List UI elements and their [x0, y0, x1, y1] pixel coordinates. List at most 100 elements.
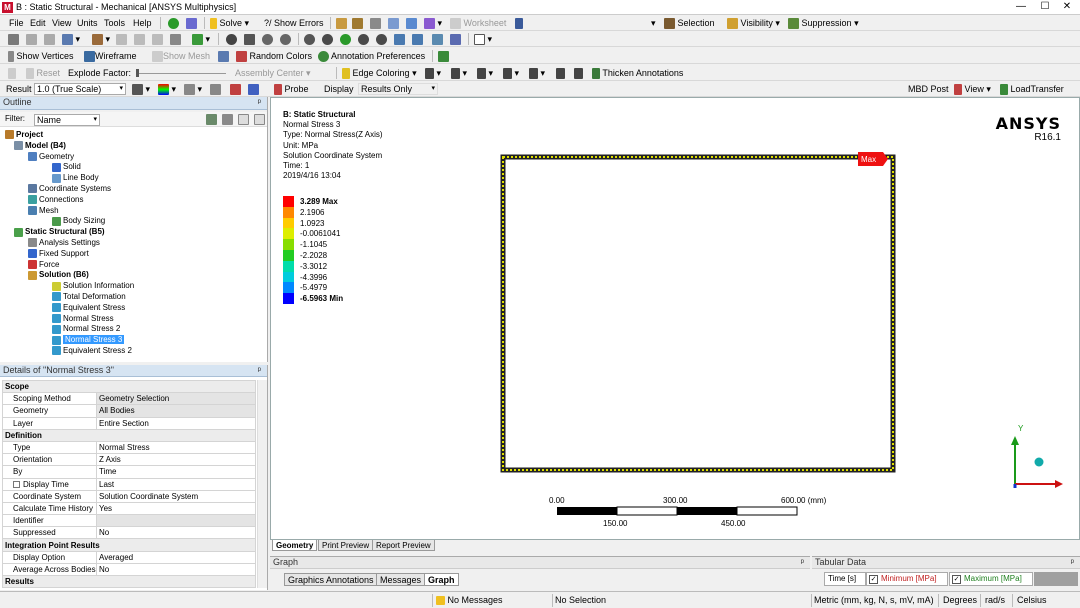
wireframe-button[interactable]: Wireframe — [84, 50, 137, 63]
select-body-icon[interactable] — [134, 33, 145, 46]
show-mesh-button[interactable]: Show Mesh — [152, 50, 210, 63]
random-colors-button[interactable]: Random Colors — [236, 50, 312, 63]
tree-expand-icon[interactable] — [206, 114, 217, 126]
tree-item[interactable]: Normal Stress 2 — [52, 323, 120, 334]
results-only-dropdown[interactable]: Results Only ▾ — [358, 83, 438, 95]
details-section[interactable]: Definition — [2, 428, 256, 442]
property-value[interactable]: Time — [96, 465, 256, 479]
edge-coloring-button[interactable]: Edge Coloring ▾ — [342, 67, 417, 80]
messages-status[interactable]: No Messages — [432, 594, 503, 607]
tree-item[interactable]: Project — [5, 129, 43, 140]
new-analysis-icon[interactable] — [336, 17, 347, 30]
graphics-viewport[interactable]: B: Static Structural Normal Stress 3 Type:… — [270, 97, 1080, 540]
pin-icon[interactable]: ᵖ — [258, 97, 261, 108]
image-dropdown-icon[interactable]: ▾ — [424, 17, 442, 30]
tree-item[interactable]: Solid — [52, 161, 81, 172]
property-value[interactable]: Yes — [96, 501, 256, 516]
tabular-pin-icon[interactable]: ᵖ — [1071, 557, 1074, 568]
tree-item[interactable]: Coordinate Systems — [28, 183, 111, 194]
property-value[interactable]: No — [96, 562, 256, 577]
menu-file[interactable]: File — [9, 17, 24, 29]
contour-style-icon[interactable]: ▾ — [132, 83, 150, 96]
property-value[interactable]: Z Axis — [96, 453, 256, 467]
pointer-icon[interactable] — [515, 17, 523, 30]
section-icon[interactable] — [352, 17, 363, 30]
col-time[interactable]: Time [s] — [824, 572, 866, 586]
comment-icon[interactable] — [388, 17, 399, 30]
units-status[interactable]: Metric (mm, kg, N, s, mV, mA) — [811, 594, 934, 607]
tree-item[interactable]: Normal Stress — [52, 313, 114, 324]
check-icon[interactable] — [168, 17, 179, 30]
select-point-icon[interactable] — [8, 33, 19, 46]
details-section[interactable]: Results — [2, 574, 256, 589]
tree-item[interactable]: Equivalent Stress 2 — [52, 345, 132, 356]
report-icon[interactable] — [370, 17, 381, 30]
property-value[interactable]: Solution Coordinate System — [96, 489, 256, 503]
col-maximum[interactable]: ✓ Maximum [MPa] — [949, 572, 1033, 586]
cluster-icon[interactable]: ▾ — [192, 33, 210, 46]
menu-help[interactable]: Help — [133, 17, 152, 29]
isometric-icon[interactable] — [432, 33, 443, 46]
tree-item[interactable]: Force — [28, 259, 59, 270]
rads-status[interactable]: rad/s — [980, 594, 1005, 607]
graph-pin-icon[interactable]: ᵖ — [801, 557, 804, 568]
explode-icon[interactable] — [8, 67, 16, 80]
edge-style-5-icon[interactable]: ▾ — [529, 67, 545, 80]
property-value[interactable]: All Bodies — [96, 404, 256, 418]
transform-icon[interactable] — [186, 17, 197, 30]
tag-icon[interactable] — [450, 33, 461, 46]
edge-style-6-icon[interactable] — [556, 67, 565, 80]
viewport-layout-icon[interactable]: ▾ — [474, 33, 492, 46]
tree-item[interactable]: Solution Information — [52, 280, 134, 291]
details-section[interactable]: Integration Point Results — [2, 538, 256, 552]
details-section[interactable]: Scope — [2, 379, 256, 394]
solve-button[interactable]: Solve ▾ — [210, 17, 249, 30]
assembly-center-dropdown[interactable]: Assembly Center ▾ — [235, 67, 311, 79]
tree-item[interactable]: Geometry — [28, 151, 74, 162]
mbd-post-button[interactable]: MBD Post — [908, 83, 949, 95]
property-value[interactable]: Entire Section — [96, 416, 256, 430]
min-checkbox[interactable]: ✓ — [869, 575, 878, 584]
label-min-icon[interactable] — [248, 83, 259, 96]
property-value[interactable] — [96, 514, 256, 528]
visibility-button[interactable]: Visibility ▾ — [727, 17, 780, 30]
tree-item[interactable]: Fixed Support — [28, 248, 89, 259]
col-minimum[interactable]: ✓ Minimum [MPa] — [866, 572, 948, 586]
maximize-button[interactable]: ☐ — [1034, 0, 1056, 14]
menu-tools[interactable]: Tools — [104, 17, 125, 29]
previous-view-icon[interactable] — [394, 33, 405, 46]
select-node-icon[interactable] — [152, 33, 163, 46]
next-view-icon[interactable] — [412, 33, 423, 46]
zoom-box-icon[interactable] — [280, 33, 291, 46]
menu-units[interactable]: Units — [77, 17, 98, 29]
selection-dropdown-arrow[interactable]: ▾ — [651, 17, 656, 29]
annotation-preferences-button[interactable]: Annotation Preferences — [318, 50, 425, 63]
tab-graph[interactable]: Graph — [424, 573, 459, 586]
show-errors-button[interactable]: ?/ Show Errors — [264, 17, 324, 29]
tree-item[interactable]: Solution (B6) — [28, 269, 89, 280]
property-value[interactable]: Averaged — [96, 550, 256, 564]
legend-style-icon[interactable]: ▾ — [158, 83, 176, 96]
zoom-in-icon[interactable] — [322, 33, 333, 46]
thicken-annotations-button[interactable]: Thicken Annotations — [592, 67, 683, 80]
tab-graphics-annotations[interactable]: Graphics Annotations — [284, 573, 378, 586]
details-pin-icon[interactable]: ᵖ — [258, 365, 261, 376]
tree-item[interactable]: Analysis Settings — [28, 237, 100, 248]
degrees-status[interactable]: Degrees — [938, 594, 977, 607]
probe-button[interactable]: Probe — [274, 83, 309, 96]
tab-messages[interactable]: Messages — [376, 573, 426, 586]
result-scale-dropdown[interactable]: 1.0 (True Scale) ▾ — [34, 83, 126, 95]
edge-style-1-icon[interactable]: ▾ — [425, 67, 441, 80]
magnifier-icon[interactable] — [376, 33, 387, 46]
show-vertices-button[interactable]: Show Vertices — [8, 50, 74, 63]
tree-item[interactable]: Mesh — [28, 205, 59, 216]
rotate-icon[interactable] — [226, 33, 237, 46]
probe-small-icon[interactable] — [210, 83, 221, 96]
close-button[interactable]: ✕ — [1056, 0, 1078, 14]
property-value[interactable]: Geometry Selection — [96, 392, 256, 406]
tree-item[interactable]: Connections — [28, 194, 83, 205]
zoom-out-icon[interactable] — [358, 33, 369, 46]
pan-icon[interactable] — [244, 33, 255, 46]
tree-item[interactable]: Equivalent Stress — [52, 302, 125, 313]
extend-icon[interactable]: ▾ — [92, 33, 110, 46]
